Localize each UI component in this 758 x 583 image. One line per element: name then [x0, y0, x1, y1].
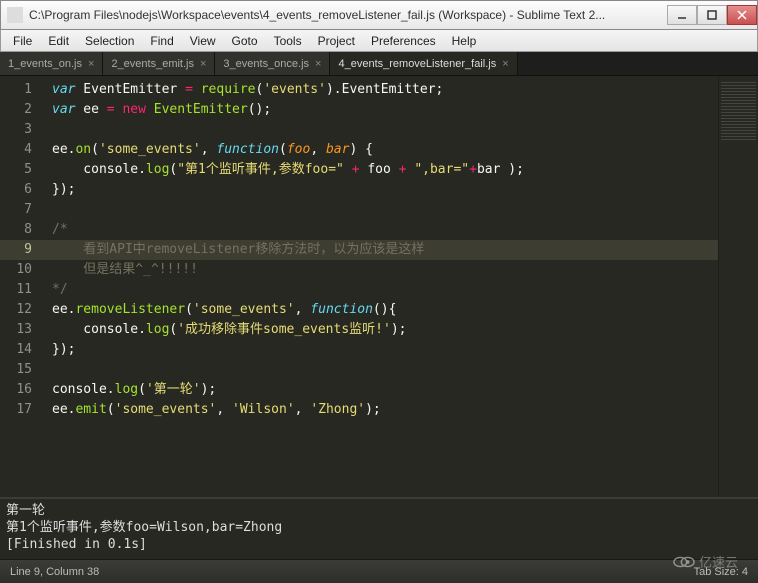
code-line[interactable]: console.log('第一轮'); [42, 380, 718, 400]
close-icon[interactable]: × [88, 58, 94, 70]
tab-label: 3_events_once.js [223, 58, 309, 70]
tab-1_events_on-js[interactable]: 1_events_on.js × [0, 52, 103, 75]
maximize-button[interactable] [697, 5, 727, 25]
gutter: 1234567891011121314151617 [0, 76, 42, 497]
line-number[interactable]: 17 [0, 400, 42, 420]
code-line[interactable]: var ee = new EventEmitter(); [42, 100, 718, 120]
menu-tools[interactable]: Tools [266, 32, 310, 50]
menu-help[interactable]: Help [444, 32, 485, 50]
close-icon[interactable]: × [315, 58, 321, 70]
tab-strip: 1_events_on.js×2_events_emit.js×3_events… [0, 52, 758, 76]
line-number[interactable]: 9 [0, 240, 42, 260]
close-icon[interactable]: × [200, 58, 206, 70]
line-number[interactable]: 15 [0, 360, 42, 380]
line-number[interactable]: 2 [0, 100, 42, 120]
line-number[interactable]: 8 [0, 220, 42, 240]
line-number[interactable]: 6 [0, 180, 42, 200]
line-number[interactable]: 1 [0, 80, 42, 100]
menubar: FileEditSelectionFindViewGotoToolsProjec… [0, 30, 758, 52]
code-line[interactable]: /* [42, 220, 718, 240]
code-line[interactable]: 看到API中removeListener移除方法时，以为应该是这样 [42, 240, 718, 260]
window-title: C:\Program Files\nodejs\Workspace\events… [29, 8, 667, 22]
console-line: [Finished in 0.1s] [6, 536, 752, 553]
close-icon[interactable]: × [502, 58, 508, 70]
line-number[interactable]: 11 [0, 280, 42, 300]
menu-file[interactable]: File [5, 32, 40, 50]
code-line[interactable]: ee.emit('some_events', 'Wilson', 'Zhong'… [42, 400, 718, 420]
statusbar: Line 9, Column 38 Tab Size: 4 [0, 559, 758, 583]
menu-view[interactable]: View [182, 32, 224, 50]
code-line[interactable]: ee.removeListener('some_events', functio… [42, 300, 718, 320]
code-line[interactable] [42, 120, 718, 140]
code-line[interactable]: }); [42, 340, 718, 360]
tab-label: 2_events_emit.js [111, 58, 194, 70]
close-button[interactable] [727, 5, 757, 25]
code-line[interactable]: */ [42, 280, 718, 300]
status-left: Line 9, Column 38 [10, 566, 99, 578]
menu-goto[interactable]: Goto [224, 32, 266, 50]
watermark: 亿速云 [673, 552, 738, 571]
menu-selection[interactable]: Selection [77, 32, 142, 50]
console-panel: 第一轮第1个监听事件,参数foo=Wilson,bar=Zhong[Finish… [0, 497, 758, 557]
code-line[interactable]: ee.on('some_events', function(foo, bar) … [42, 140, 718, 160]
minimize-button[interactable] [667, 5, 697, 25]
editor: 1234567891011121314151617 var EventEmitt… [0, 76, 758, 497]
code-line[interactable] [42, 360, 718, 380]
tab-label: 1_events_on.js [8, 58, 82, 70]
console-line: 第一轮 [6, 502, 752, 519]
line-number[interactable]: 16 [0, 380, 42, 400]
line-number[interactable]: 4 [0, 140, 42, 160]
code-line[interactable] [42, 200, 718, 220]
line-number[interactable]: 10 [0, 260, 42, 280]
tab-label: 4_events_removeListener_fail.js [338, 58, 496, 70]
tab-4_events_removeListener_fail-js[interactable]: 4_events_removeListener_fail.js × [330, 52, 517, 75]
tab-3_events_once-js[interactable]: 3_events_once.js × [215, 52, 330, 75]
line-number[interactable]: 13 [0, 320, 42, 340]
menu-edit[interactable]: Edit [40, 32, 77, 50]
code-area[interactable]: var EventEmitter = require('events').Eve… [42, 76, 718, 497]
menu-preferences[interactable]: Preferences [363, 32, 444, 50]
app-icon [7, 7, 23, 23]
window-controls [667, 5, 757, 25]
line-number[interactable]: 12 [0, 300, 42, 320]
line-number[interactable]: 14 [0, 340, 42, 360]
menu-project[interactable]: Project [310, 32, 363, 50]
code-line[interactable]: 但是结果^_^!!!!! [42, 260, 718, 280]
code-line[interactable]: console.log("第1个监听事件,参数foo=" + foo + ",b… [42, 160, 718, 180]
line-number[interactable]: 5 [0, 160, 42, 180]
code-line[interactable]: }); [42, 180, 718, 200]
line-number[interactable]: 3 [0, 120, 42, 140]
code-line[interactable]: var EventEmitter = require('events').Eve… [42, 80, 718, 100]
menu-find[interactable]: Find [142, 32, 181, 50]
console-line: 第1个监听事件,参数foo=Wilson,bar=Zhong [6, 519, 752, 536]
tab-2_events_emit-js[interactable]: 2_events_emit.js × [103, 52, 215, 75]
code-line[interactable]: console.log('成功移除事件some_events监听!'); [42, 320, 718, 340]
titlebar: C:\Program Files\nodejs\Workspace\events… [0, 0, 758, 30]
minimap[interactable] [718, 76, 758, 497]
line-number[interactable]: 7 [0, 200, 42, 220]
watermark-text: 亿速云 [699, 552, 738, 571]
